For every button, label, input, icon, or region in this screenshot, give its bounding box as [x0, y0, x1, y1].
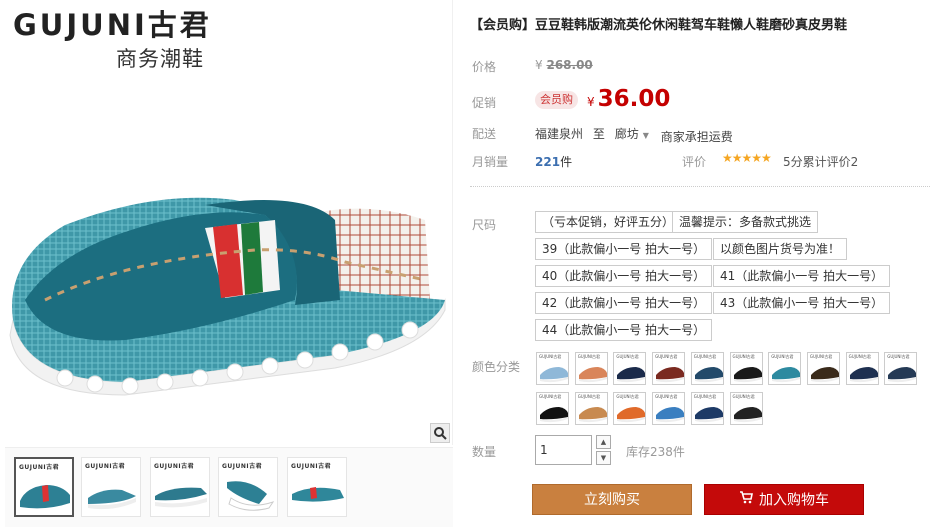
size-option[interactable]: 40（此款偏小一号 拍大一号） [535, 265, 713, 287]
size-option[interactable]: 以颜色图片货号为准！ [713, 238, 848, 260]
promo-label: 促销 [472, 96, 497, 110]
color-swatch[interactable]: GUJUNI古君 [574, 352, 608, 385]
currency-symbol: ¥ [535, 58, 543, 72]
color-label: 颜色分类 [472, 360, 521, 374]
thumbnail-brand-label: GUJUNI古君 [222, 463, 263, 470]
product-info-panel: 【会员购】豆豆鞋韩版潮流英伦休闲鞋驾车鞋懒人鞋磨砂真皮男鞋 价格 ¥ 268.0… [470, 0, 930, 527]
quantity-decrease-button[interactable]: ▼ [596, 451, 611, 465]
swatch-brand-label: GUJUNI古君 [655, 394, 678, 399]
product-gallery: GUJUNI古君 商务潮鞋 GUJUNI古君 GUJUNI古君 GUJUNI古君… [5, 0, 453, 527]
swatch-brand-label: GUJUNI古君 [539, 394, 562, 399]
size-option[interactable]: （亏本促销，好评五分） [535, 211, 682, 233]
size-option[interactable]: 39（此款偏小一号 拍大一号） [535, 238, 713, 260]
ship-to-dropdown[interactable]: 廊坊 [615, 127, 639, 141]
shoe-illustration [9, 197, 446, 396]
swatch-brand-label: GUJUNI古君 [577, 354, 600, 359]
color-swatch[interactable]: GUJUNI古君 [613, 392, 647, 425]
color-swatch[interactable]: GUJUNI古君 [768, 352, 802, 385]
size-option[interactable]: 43（此款偏小一号 拍大一号） [713, 292, 891, 314]
size-option[interactable]: 44（此款偏小一号 拍大一号） [535, 319, 713, 341]
swatch-brand-label: GUJUNI古君 [848, 354, 871, 359]
ship-to-word: 至 [592, 127, 605, 141]
currency-symbol: ¥ [587, 95, 595, 109]
size-label: 尺码 [472, 218, 497, 232]
thumbnail-2[interactable]: GUJUNI古君 [81, 457, 141, 517]
size-option[interactable]: 温馨提示：多备款式挑选 [672, 211, 819, 233]
quantity-increase-button[interactable]: ▲ [596, 435, 611, 449]
thumbnail-brand-label: GUJUNI古君 [291, 463, 332, 470]
swatch-brand-label: GUJUNI古君 [693, 354, 717, 359]
swatch-brand-label: GUJUNI古君 [616, 354, 639, 359]
thumbnail-3[interactable]: GUJUNI古君 [150, 457, 210, 517]
thumbnail-5[interactable]: GUJUNI古君 [287, 457, 347, 517]
thumbnail-1[interactable]: GUJUNI古君 [14, 457, 74, 517]
add-to-cart-label: 加入购物车 [759, 492, 829, 509]
monthly-sales-label: 月销量 [472, 155, 509, 169]
cart-icon [739, 485, 753, 516]
divider [470, 186, 930, 187]
monthly-sales: 221件 [535, 153, 572, 170]
quantity-input[interactable] [535, 435, 592, 465]
swatch-brand-label: GUJUNI古君 [616, 394, 639, 399]
ship-from: 福建泉州 [535, 127, 584, 141]
swatch-brand-label: GUJUNI古君 [809, 354, 833, 359]
swatch-brand-label: GUJUNI古君 [732, 394, 755, 399]
thumbnail-brand-label: GUJUNI古君 [85, 463, 126, 470]
color-swatch[interactable]: GUJUNI古君 [574, 392, 608, 425]
shipping-info: 福建泉州 至 廊坊 ▼ 商家承担运费 [535, 125, 733, 144]
color-swatch[interactable]: GUJUNI古君 [690, 352, 724, 385]
add-to-cart-button[interactable]: 加入购物车 [704, 484, 864, 515]
monthly-sales-unit: 件 [560, 155, 573, 169]
thumbnail-4[interactable]: GUJUNI古君 [218, 457, 278, 517]
color-swatch[interactable]: GUJUNI古君 [845, 352, 879, 385]
swatch-brand-label: GUJUNI古君 [693, 394, 717, 399]
promo-price: ¥36.00 [587, 86, 670, 112]
product-title: 【会员购】豆豆鞋韩版潮流英伦休闲鞋驾车鞋懒人鞋磨砂真皮男鞋 [470, 18, 848, 33]
swatch-brand-label: GUJUNI古君 [655, 354, 678, 359]
color-swatch[interactable]: GUJUNI古君 [690, 392, 724, 425]
promo-price-value: 36.00 [597, 86, 671, 112]
swatch-brand-label: GUJUNI古君 [887, 354, 910, 359]
original-price-value: 268.00 [546, 58, 593, 72]
swatch-brand-label: GUJUNI古君 [771, 354, 794, 359]
color-swatch[interactable]: GUJUNI古君 [613, 352, 647, 385]
zoom-icon[interactable] [430, 423, 450, 443]
main-product-image[interactable]: GUJUNI古君 商务潮鞋 [5, 0, 453, 445]
color-swatch[interactable]: GUJUNI古君 [729, 392, 763, 425]
rating-label: 评价 [682, 155, 707, 169]
size-option[interactable]: 42（此款偏小一号 拍大一号） [535, 292, 713, 314]
thumbnail-brand-label: GUJUNI古君 [154, 463, 195, 470]
thumbnail-brand-label: GUJUNI古君 [19, 464, 60, 471]
rating-stars-icon: ★★★★★ [722, 151, 772, 165]
buy-now-button[interactable]: 立刻购买 [532, 484, 692, 515]
stock-count: 库存238件 [626, 445, 685, 459]
original-price: ¥ 268.00 [535, 58, 593, 72]
chevron-down-icon[interactable]: ▼ [643, 131, 649, 140]
color-swatch[interactable]: GUJUNI古君 [536, 352, 569, 385]
swatch-brand-label: GUJUNI古君 [732, 354, 755, 359]
shipping-label: 配送 [472, 127, 497, 141]
color-swatch[interactable]: GUJUNI古君 [806, 352, 840, 385]
swatch-brand-label: GUJUNI古君 [577, 394, 600, 399]
shipping-note: 商家承担运费 [660, 130, 733, 144]
quantity-label: 数量 [472, 445, 497, 459]
swatch-brand-label: GUJUNI古君 [539, 354, 562, 359]
thumbnail-strip: GUJUNI古君 GUJUNI古君 GUJUNI古君 GUJUNI古君 GUJU… [5, 447, 453, 527]
color-swatch[interactable]: GUJUNI古君 [729, 352, 763, 385]
monthly-sales-count: 221 [535, 155, 561, 169]
color-swatch[interactable]: GUJUNI古君 [536, 392, 569, 425]
size-option[interactable]: 41（此款偏小一号 拍大一号） [713, 265, 891, 287]
price-label: 价格 [472, 60, 497, 74]
color-swatch[interactable]: GUJUNI古君 [652, 352, 686, 385]
color-swatch[interactable]: GUJUNI古君 [884, 352, 918, 385]
promo-tag: 会员购 [535, 91, 578, 109]
color-swatch[interactable]: GUJUNI古君 [652, 392, 686, 425]
rating-text[interactable]: 5分累计评价2 [783, 153, 858, 170]
